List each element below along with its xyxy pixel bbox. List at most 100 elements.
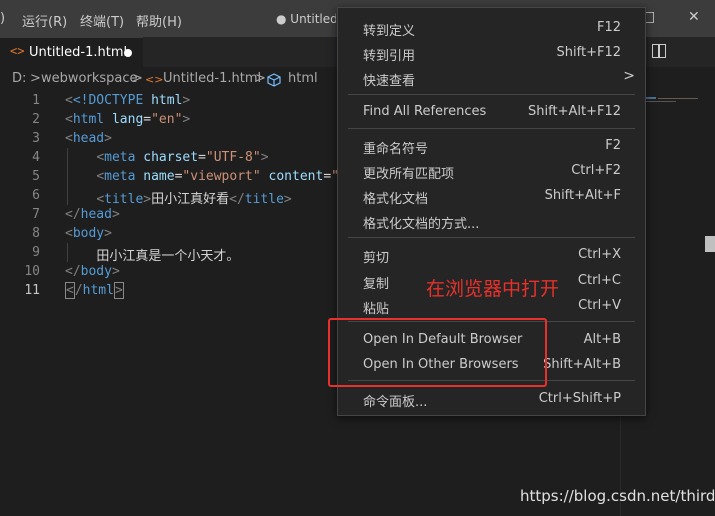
chevron-right-icon: > xyxy=(623,68,635,84)
menu-separator xyxy=(348,237,635,238)
breadcrumb-drive[interactable]: D: xyxy=(12,71,26,86)
watermark: https://blog.csdn.net/third_ xyxy=(520,487,715,505)
menu-item-label: 转到定义 xyxy=(363,24,416,39)
menu-item-format-document-with[interactable]: 格式化文档的方式... xyxy=(338,209,647,234)
code-line: </html> xyxy=(65,282,124,299)
code-token: html xyxy=(72,112,105,127)
menu-item-label: 命令面板... xyxy=(363,395,428,410)
menu-item-shortcut: Ctrl+C xyxy=(577,273,621,288)
menu-separator xyxy=(348,128,635,129)
line-number: 2 xyxy=(32,112,40,127)
split-editor-icon[interactable] xyxy=(652,44,666,58)
minimap-preview[interactable] xyxy=(646,97,704,103)
code-token: body xyxy=(80,264,112,279)
menu-item-go-to-definition[interactable]: 转到定义 F12 xyxy=(338,16,647,41)
menu-item-label: 重命名符号 xyxy=(363,142,429,157)
unsaved-dot-icon[interactable] xyxy=(124,49,132,57)
code-token: head xyxy=(80,207,112,222)
code-token: name xyxy=(143,169,175,184)
line-number: 6 xyxy=(32,188,40,203)
menu-item-label: 快速查看 xyxy=(363,74,416,89)
code-token: body xyxy=(72,226,105,241)
code-line: <meta charset="UTF-8"> xyxy=(96,150,269,165)
line-number: 8 xyxy=(32,226,40,241)
code-line: <html lang="en"> xyxy=(65,112,191,127)
code-line: </head> xyxy=(65,207,120,222)
menu-edge-glyph: ) xyxy=(0,11,6,26)
close-icon[interactable]: ✕ xyxy=(688,9,700,25)
annotation-highlight-box xyxy=(328,318,547,387)
code-line: <title>田小江真好看</title> xyxy=(96,192,292,207)
scrollbar-thumb[interactable] xyxy=(705,236,715,252)
code-line: <head> xyxy=(65,131,112,146)
menu-separator xyxy=(348,94,635,95)
code-token: content xyxy=(268,169,324,184)
line-number: 10 xyxy=(24,264,40,279)
menu-item-shortcut: Alt+B xyxy=(583,332,621,347)
menu-item-shortcut: Shift+F12 xyxy=(556,45,621,60)
code-token: title xyxy=(104,192,144,207)
breadcrumb-file[interactable]: Untitled-1.html xyxy=(163,71,261,86)
menu-item-command-palette[interactable]: 命令面板... Ctrl+Shift+P xyxy=(338,387,647,412)
code-line: <body> xyxy=(65,226,112,241)
code-token: head xyxy=(72,131,105,146)
menu-item-label: 转到引用 xyxy=(363,49,416,64)
code-line: <<!DOCTYPE html> xyxy=(65,93,191,108)
chevron-right-icon: > xyxy=(30,71,41,86)
menu-item-shortcut: Ctrl+Shift+P xyxy=(538,391,621,406)
menu-item-label: 剪切 xyxy=(363,251,390,266)
code-token: "viewport" xyxy=(182,169,261,184)
line-number: 7 xyxy=(32,207,40,222)
menu-terminal[interactable]: 终端(T) xyxy=(80,11,124,30)
code-token: 田小江真好看 xyxy=(151,192,230,207)
line-number: 9 xyxy=(32,245,40,260)
line-number: 11 xyxy=(24,283,40,298)
breadcrumb-symbol[interactable]: html xyxy=(288,71,318,86)
code-token: meta xyxy=(104,150,136,165)
window-title: ● Untitled-1 xyxy=(276,12,336,26)
line-number: 4 xyxy=(32,150,40,165)
menu-help[interactable]: 帮助(H) xyxy=(136,11,182,30)
menu-item-shortcut: Ctrl+F2 xyxy=(571,163,621,178)
menu-item-shortcut: F12 xyxy=(596,20,621,35)
code-token: 田小江真是一个小天才。 xyxy=(96,249,240,264)
code-token: lang xyxy=(111,112,144,127)
menu-item-change-all-occurrences[interactable]: 更改所有匹配项 Ctrl+F2 xyxy=(338,159,647,184)
menu-item-label: 格式化文档的方式... xyxy=(363,217,480,232)
menu-item-go-to-references[interactable]: 转到引用 Shift+F12 xyxy=(338,41,647,66)
menu-item-shortcut: Shift+Alt+F xyxy=(544,188,621,203)
code-token: meta xyxy=(104,169,136,184)
menu-item-format-document[interactable]: 格式化文档 Shift+Alt+F xyxy=(338,184,647,209)
code-line: </body> xyxy=(65,264,120,279)
menu-item-find-all-references[interactable]: Find All References Shift+Alt+F12 xyxy=(338,100,647,125)
chevron-right-icon: > xyxy=(255,71,266,86)
code-token: "UTF-8" xyxy=(205,150,261,165)
menu-item-label: 粘贴 xyxy=(363,302,390,317)
line-number: 5 xyxy=(32,169,40,184)
menu-run[interactable]: 运行(R) xyxy=(22,11,67,30)
breadcrumb-folder[interactable]: webworkspace xyxy=(41,71,137,86)
code-token: charset xyxy=(143,150,199,165)
html-file-icon: <> xyxy=(145,73,164,86)
menu-item-label: 更改所有匹配项 xyxy=(363,167,455,182)
menu-item-peek[interactable]: 快速查看 > xyxy=(338,66,647,91)
line-number: 3 xyxy=(32,131,40,146)
code-token: html xyxy=(151,93,183,108)
chevron-right-icon: > xyxy=(132,71,143,86)
annotation-label: 在浏览器中打开 xyxy=(426,278,560,300)
code-token: "en" xyxy=(151,112,183,127)
menu-item-rename-symbol[interactable]: 重命名符号 F2 xyxy=(338,134,647,159)
tab-untitled-1[interactable]: <> Untitled-1.html xyxy=(0,37,143,67)
code-token: > xyxy=(182,93,191,108)
line-number: 1 xyxy=(32,93,40,108)
menu-item-shortcut: Shift+Alt+F12 xyxy=(528,104,621,119)
menu-item-label: 格式化文档 xyxy=(363,192,429,207)
code-line: 田小江真是一个小天才。 xyxy=(65,245,239,264)
menu-item-shortcut: Ctrl+V xyxy=(578,298,621,313)
tab-label: Untitled-1.html xyxy=(29,45,128,60)
menu-item-cut[interactable]: 剪切 Ctrl+X xyxy=(338,243,647,268)
html-file-icon: <> xyxy=(10,44,25,58)
menu-item-label: 复制 xyxy=(363,277,390,292)
code-token: html xyxy=(82,283,114,298)
code-token: title xyxy=(244,192,284,207)
